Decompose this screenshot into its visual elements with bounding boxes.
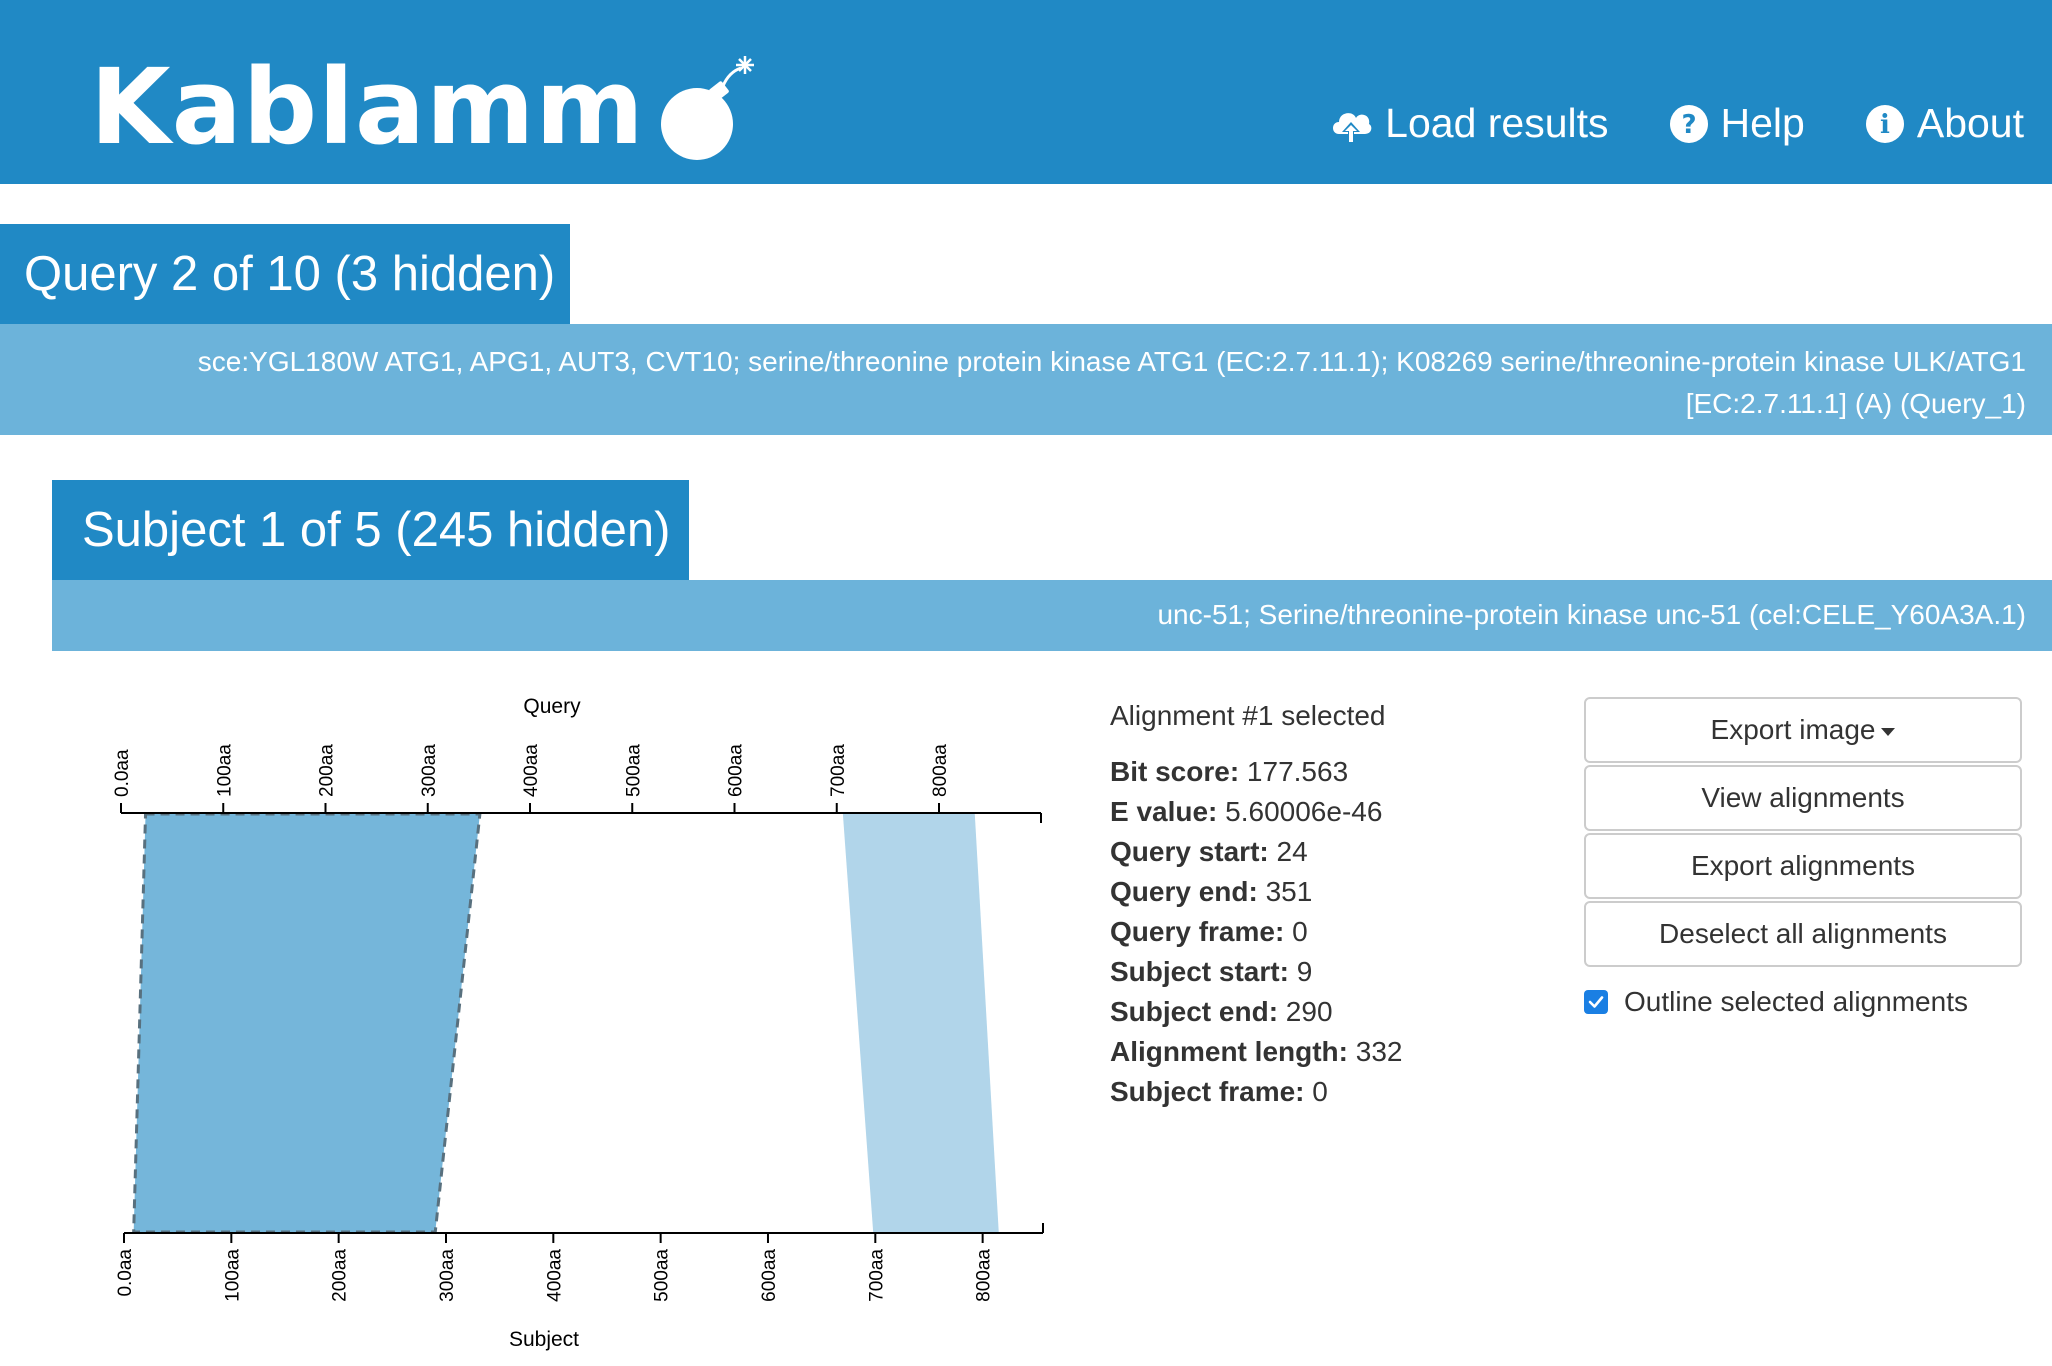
alignment-info-value: 24 xyxy=(1268,836,1308,867)
alignment-info-label: Query frame: xyxy=(1110,916,1285,947)
alignment-info-label: Query end: xyxy=(1110,876,1258,907)
subject-tick-label: 100aa xyxy=(222,1249,243,1302)
query-title: Query 2 of 10 (3 hidden) xyxy=(0,224,570,324)
query-tick-label: 300aa xyxy=(419,744,440,797)
check-icon xyxy=(1588,996,1604,1008)
nav-links: Load results ? Help i About xyxy=(1269,100,2024,147)
subject-tick-label: 600aa xyxy=(759,1249,780,1302)
alignment-info-label: Subject frame: xyxy=(1110,1076,1305,1107)
alignment-info-value: 332 xyxy=(1347,1036,1403,1067)
alignment-info-value: 9 xyxy=(1288,956,1313,987)
subject-description: unc-51; Serine/threonine-protein kinase … xyxy=(52,580,2052,651)
subject-axis-label: Subject xyxy=(509,1328,579,1351)
subject-title: Subject 1 of 5 (245 hidden) xyxy=(52,480,689,580)
query-tick-label: 0.0aa xyxy=(112,749,133,797)
query-tick-label: 600aa xyxy=(726,744,747,797)
question-circle-icon: ? xyxy=(1669,104,1708,143)
subject-tick-label: 700aa xyxy=(866,1249,887,1302)
alignment-info-row: Alignment length: 332 xyxy=(1110,1032,1402,1072)
subject-tick-label: 200aa xyxy=(330,1249,351,1302)
alignment-polygon[interactable] xyxy=(842,814,999,1232)
load-results-link[interactable]: Load results xyxy=(1329,100,1609,147)
alignment-info-label: Subject end: xyxy=(1110,996,1279,1027)
alignment-info-row: Subject start: 9 xyxy=(1110,952,1402,992)
query-description: sce:YGL180W ATG1, APG1, AUT3, CVT10; ser… xyxy=(0,324,2052,435)
alignment-info-row: Subject frame: 0 xyxy=(1110,1072,1402,1112)
alignment-info: Alignment #1 selected Bit score: 177.563… xyxy=(1110,698,1402,1112)
info-circle-icon: i xyxy=(1865,104,1904,143)
navbar: Kablamm Load results ? Help i About xyxy=(0,0,2052,184)
alignment-info-row: E value: 5.60006e-46 xyxy=(1110,792,1402,832)
deselect-all-button[interactable]: Deselect all alignments xyxy=(1584,901,2022,967)
bomb-icon xyxy=(660,56,754,160)
view-alignments-button[interactable]: View alignments xyxy=(1584,765,2022,831)
alignment-info-value: 177.563 xyxy=(1239,756,1349,787)
export-image-button[interactable]: Export image xyxy=(1584,697,2022,763)
alignment-info-value: 5.60006e-46 xyxy=(1217,796,1383,827)
cloud-upload-icon xyxy=(1333,112,1372,144)
alignment-info-row: Query start: 24 xyxy=(1110,832,1402,872)
alignment-info-label: Alignment length: xyxy=(1110,1036,1348,1067)
query-tick-label: 800aa xyxy=(930,744,951,797)
about-label: About xyxy=(1916,100,2024,146)
export-alignments-button[interactable]: Export alignments xyxy=(1584,833,2022,899)
outline-selected-option: Outline selected alignments xyxy=(1584,986,1968,1018)
export-image-label: Export image xyxy=(1710,714,1876,745)
svg-text:?: ? xyxy=(1681,110,1696,140)
query-tick-label: 500aa xyxy=(623,744,644,797)
alignment-info-row: Query end: 351 xyxy=(1110,872,1402,912)
alignment-info-value: 0 xyxy=(1284,916,1308,947)
alignment-info-value: 290 xyxy=(1278,996,1333,1027)
brand-logo[interactable]: Kablamm xyxy=(90,52,765,162)
alignment-info-row: Subject end: 290 xyxy=(1110,992,1402,1032)
query-tick-label: 400aa xyxy=(521,744,542,797)
alignment-info-label: Subject start: xyxy=(1110,956,1289,987)
query-tick-label: 200aa xyxy=(317,744,338,797)
alignment-chart[interactable]: Query Subject 0.0aa 100aa 200aa 300aa 400aa 5… xyxy=(100,690,1060,1360)
alignment-info-label: Query start: xyxy=(1110,836,1269,867)
about-link[interactable]: i About xyxy=(1865,100,2024,147)
query-tick-label: 700aa xyxy=(828,744,849,797)
query-axis-label: Query xyxy=(523,695,581,718)
subject-tick-label: 800aa xyxy=(974,1249,995,1302)
alignment-polygon[interactable] xyxy=(132,812,482,1234)
alignment-info-value: 351 xyxy=(1257,876,1313,907)
subject-tick-label: 400aa xyxy=(544,1249,565,1302)
alignment-info-heading: Alignment #1 selected xyxy=(1110,700,1386,731)
subject-tick-label: 500aa xyxy=(652,1249,673,1302)
query-tick-label: 100aa xyxy=(214,744,235,797)
alignment-info-label: E value: xyxy=(1110,796,1218,827)
caret-down-icon xyxy=(1881,727,1896,736)
subject-tick-label: 300aa xyxy=(437,1249,458,1302)
subject-tick-label: 0.0aa xyxy=(115,1249,136,1297)
load-results-label: Load results xyxy=(1385,100,1609,146)
alignment-info-row: Query frame: 0 xyxy=(1110,912,1402,952)
help-link[interactable]: ? Help xyxy=(1669,100,1805,147)
alignment-info-value: 0 xyxy=(1304,1076,1328,1107)
alignment-info-row: Bit score: 177.563 xyxy=(1110,752,1402,792)
help-label: Help xyxy=(1720,100,1805,146)
action-button-group: Export image View alignments Export alig… xyxy=(1584,697,2026,969)
brand-text: Kablamm xyxy=(90,46,645,168)
svg-text:i: i xyxy=(1880,110,1890,140)
outline-selected-checkbox[interactable] xyxy=(1584,990,1608,1014)
alignment-info-label: Bit score: xyxy=(1110,756,1240,787)
outline-selected-label: Outline selected alignments xyxy=(1624,986,1968,1017)
